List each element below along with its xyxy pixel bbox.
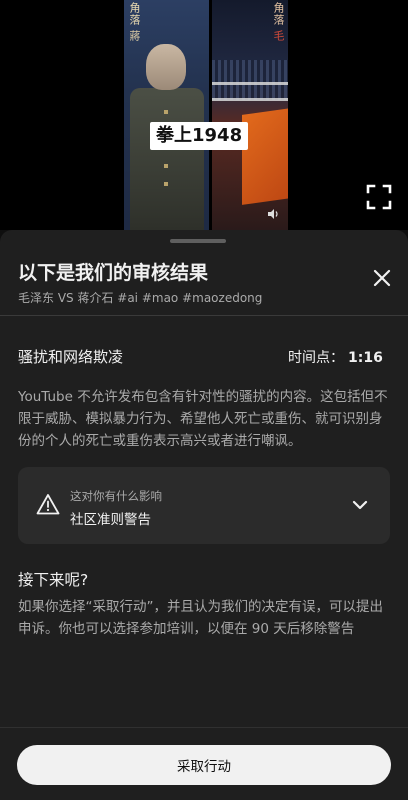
- timestamp-label: 时间点：: [288, 350, 344, 366]
- video-ring-banner: [242, 105, 288, 205]
- impact-question: 这对你有什么影响: [70, 489, 162, 503]
- warning-icon: [36, 494, 60, 515]
- footer-divider: [0, 727, 408, 728]
- next-steps-text: 如果你选择“采取行动”，并且认为我们的决定有误，可以提出申诉。你也可以选择参加培…: [18, 599, 383, 637]
- take-action-button[interactable]: 采取行动: [17, 745, 391, 785]
- video-corner-label-right: 角落: [272, 2, 285, 26]
- policy-description: YouTube 不允许发布包含有针对性的骚扰的内容。这包括但不限于威胁、模拟暴力…: [18, 389, 388, 449]
- video-name-label-left: 蔣: [128, 30, 141, 41]
- violation-title: 骚扰和网络欺凌: [18, 348, 124, 366]
- video-title: 毛泽东 VS 蒋介石 #ai #mao #maozedong: [18, 291, 263, 305]
- video-figure-head: [146, 44, 186, 90]
- close-button[interactable]: [366, 262, 398, 294]
- chevron-down-icon[interactable]: [350, 495, 370, 515]
- close-icon: [373, 269, 391, 287]
- video-player[interactable]: 角落 蔣 角落 毛 拳上1948: [0, 0, 408, 230]
- video-caption: 拳上1948: [150, 122, 249, 150]
- timestamp-value: 1:16: [348, 350, 383, 366]
- violation-timestamp[interactable]: 时间点： 1:16: [288, 347, 383, 367]
- video-corner-label-left: 角落: [128, 2, 141, 26]
- video-crowd: [212, 60, 288, 100]
- video-name-label-right: 毛: [272, 30, 285, 41]
- fullscreen-icon[interactable]: [366, 184, 392, 210]
- drag-handle[interactable]: [170, 239, 226, 243]
- sheet-title: 以下是我们的审核结果: [18, 262, 209, 284]
- header-divider: [0, 315, 408, 316]
- impact-answer: 社区准则警告: [70, 512, 151, 528]
- next-steps-title: 接下来呢?: [18, 571, 89, 589]
- video-ring-rope: [212, 98, 288, 101]
- review-result-sheet: 以下是我们的审核结果 毛泽东 VS 蒋介石 #ai #mao #maozedon…: [0, 230, 408, 800]
- impact-card[interactable]: 这对你有什么影响 社区准则警告: [18, 467, 390, 544]
- video-ring-rope: [212, 82, 288, 85]
- volume-icon: [268, 209, 278, 219]
